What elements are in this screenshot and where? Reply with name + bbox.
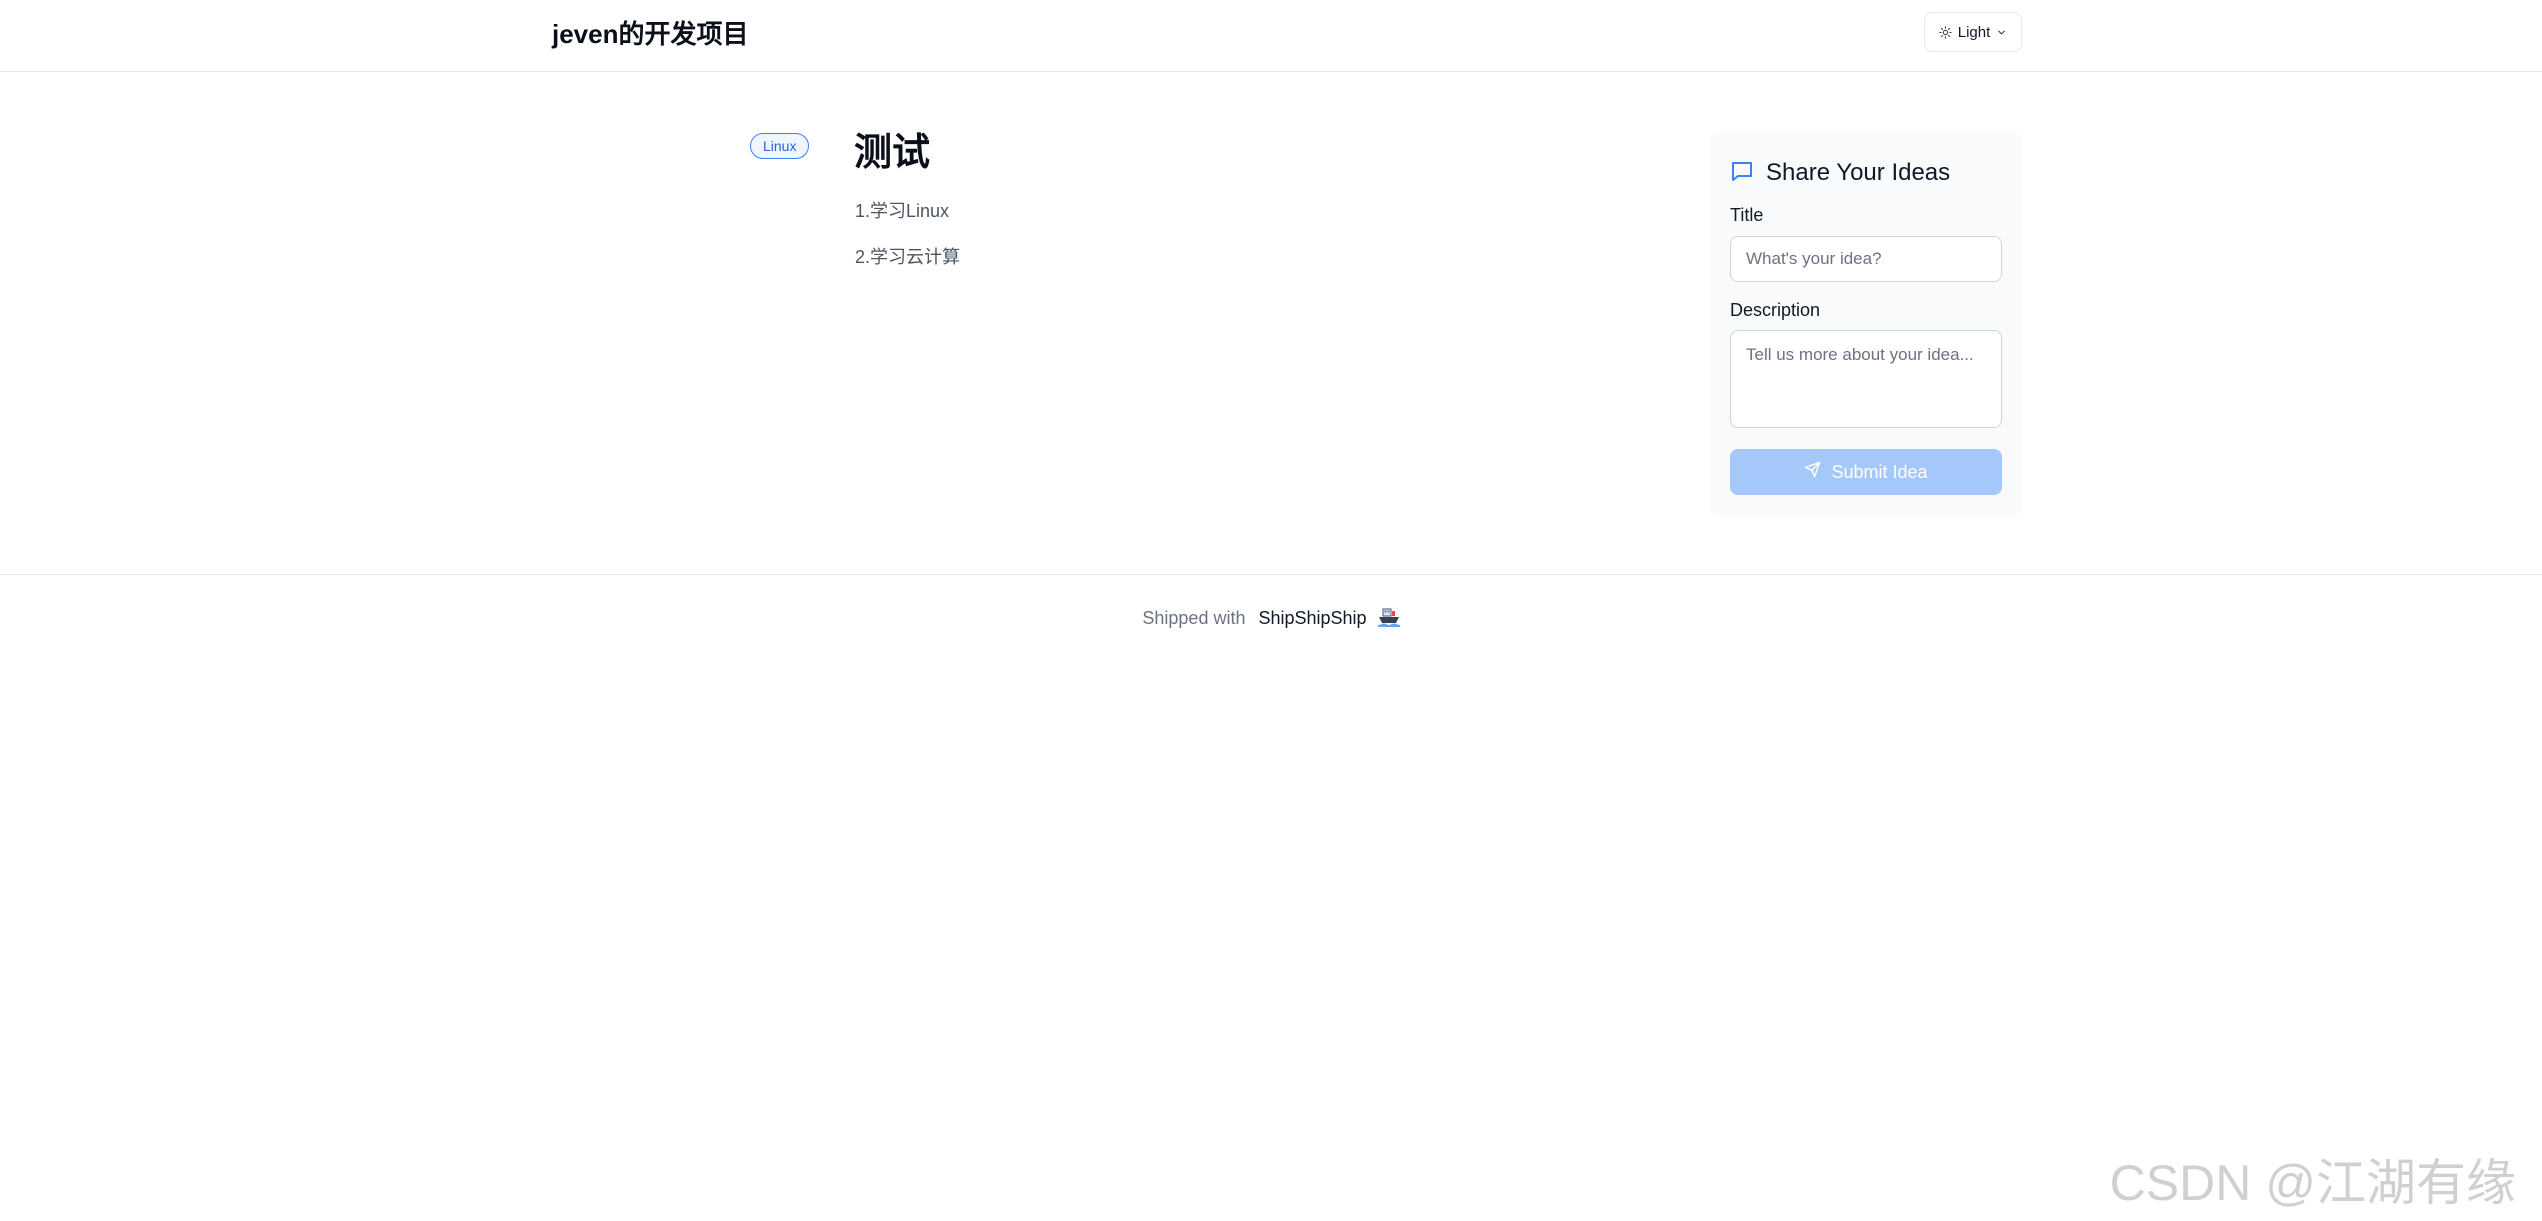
title-label: Title	[1730, 205, 1764, 225]
share-ideas-card: Share Your Ideas Title Description Submi…	[1710, 133, 2022, 515]
project-item: 1.学习Linux	[855, 201, 950, 221]
tag-badge[interactable]: Linux	[750, 133, 810, 159]
chevron-down-icon	[1996, 27, 2007, 38]
csdn-watermark: CSDN @江湖有缘	[2109, 1155, 2516, 1211]
idea-title-input[interactable]	[1730, 236, 2002, 282]
share-ideas-heading: Share Your Ideas	[1766, 159, 1951, 186]
footer-prefix: Shipped with	[1142, 608, 1246, 628]
project-item: 2.学习云计算	[855, 247, 961, 267]
main-content: Linux 测试 1.学习Linux 2.学习云计算 Share Your Id…	[0, 72, 2542, 574]
submit-idea-button[interactable]: Submit Idea	[1730, 449, 2002, 495]
share-ideas-header: Share Your Ideas	[1730, 157, 1950, 189]
theme-label: Light	[1957, 23, 1991, 41]
project-title: 测试	[854, 132, 931, 174]
site-header: jeven的开发项目 Light	[0, 0, 2542, 72]
footer-credit: Shipped with ShipShipShip	[0, 605, 2542, 634]
send-icon	[1804, 461, 1821, 483]
description-label: Description	[1730, 300, 1821, 320]
chat-bubble-icon	[1730, 159, 1754, 188]
idea-description-input[interactable]	[1730, 330, 2002, 428]
submit-idea-label: Submit Idea	[1831, 461, 1928, 482]
shipshipship-link[interactable]: ShipShipShip	[1258, 608, 1366, 628]
site-title[interactable]: jeven的开发项目	[552, 16, 749, 52]
ship-icon	[1377, 607, 1400, 634]
site-footer: Shipped with ShipShipShip	[0, 574, 2542, 662]
sun-icon	[1939, 25, 1952, 39]
theme-toggle-button[interactable]: Light	[1924, 12, 2022, 52]
